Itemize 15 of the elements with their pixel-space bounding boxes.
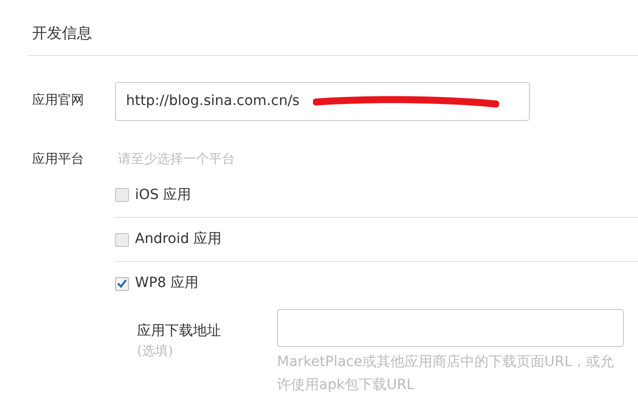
url-field[interactable]: http://blog.sina.com.cn/s xyxy=(115,82,530,120)
checkbox-label: Android 应用 xyxy=(135,230,222,249)
help-text: MarketPlace或其他应用商店中的下载页面URL，或允许使用apk包下载URL xyxy=(277,353,616,395)
checkbox-label: WP8 应用 xyxy=(135,274,199,293)
section-title: 开发信息 xyxy=(31,23,93,44)
checkbox[interactable] xyxy=(115,232,129,246)
field-label: 应用下载地址 xyxy=(137,322,222,341)
field-label: 应用平台 xyxy=(31,150,85,168)
checkbox-label: iOS 应用 xyxy=(135,186,192,204)
hint-text: 请至少选择一个平台 xyxy=(117,150,236,168)
checkbox[interactable] xyxy=(115,276,129,290)
download-url-field[interactable] xyxy=(277,309,624,347)
checkbox[interactable] xyxy=(115,188,129,202)
optional-note: (选填) xyxy=(137,343,174,361)
field-label: 应用官网 xyxy=(31,92,85,110)
